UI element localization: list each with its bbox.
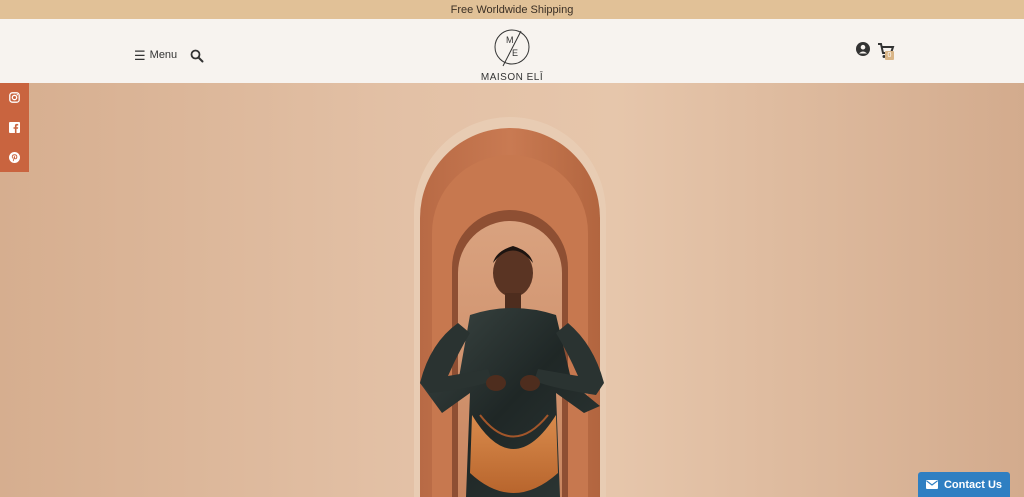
account-button[interactable] [856,42,870,56]
hamburger-icon: ☰ [134,47,146,63]
facebook-icon [9,121,20,133]
svg-text:E: E [512,48,518,58]
site-header: ☰ Menu M E MAISON ELĪ 0 [0,19,1024,83]
svg-text:M: M [506,35,514,45]
envelope-icon [925,480,938,489]
hero-image [0,83,1024,497]
hero-banner[interactable] [0,83,1024,497]
social-sidebar [0,83,29,172]
pinterest-link[interactable] [9,151,21,163]
announcement-bar: Free Worldwide Shipping [0,0,1024,19]
site-logo[interactable]: M E MAISON ELĪ [474,26,550,84]
instagram-link[interactable] [9,92,21,104]
menu-label: Menu [149,49,178,61]
user-icon [856,42,870,56]
search-icon [190,49,204,63]
cart-count-badge: 0 [885,51,894,60]
announcement-text: Free Worldwide Shipping [450,3,574,16]
facebook-link[interactable] [9,121,21,133]
monogram-icon: M E [494,29,530,67]
contact-us-button[interactable]: Contact Us [918,472,1010,497]
logo-wordmark: MAISON ELĪ [480,72,544,83]
instagram-icon [9,92,20,104]
contact-label: Contact Us [943,478,1003,491]
menu-button[interactable]: ☰ Menu [134,47,177,63]
pinterest-icon [9,151,20,163]
search-button[interactable] [190,49,204,63]
